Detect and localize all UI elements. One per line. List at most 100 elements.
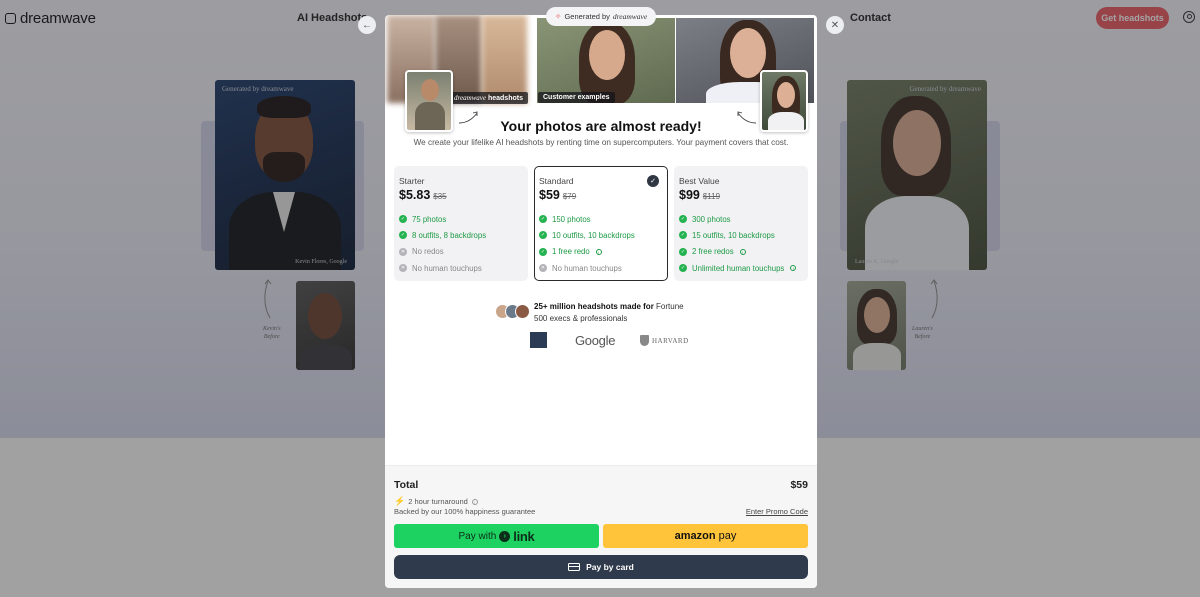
blurred-example-photo [482,15,527,103]
check-icon: ✓ [679,231,687,240]
info-icon[interactable]: i [471,498,478,505]
harvard-wordmark: HARVARD [652,336,689,345]
sparkle-icon: ✧ [554,12,562,21]
x-icon: ✕ [399,247,407,256]
check-icon: ✓ [399,231,407,240]
x-icon: ✕ [539,264,547,273]
plan-current-price: $5.83 [399,188,431,202]
selected-check-icon: ✓ [647,175,659,187]
plan-original-price: $119 [702,192,721,201]
feature-label: 1 free redo [552,247,590,257]
check-icon: ✓ [399,215,407,224]
generated-pill-brand: dreamwave [612,12,648,21]
feature-item: ✓ 75 photos [399,211,523,227]
plan-name: Standard [539,176,574,186]
plan-card-starter[interactable]: Starter $5.83 $35 ✓ 75 photos ✓ 8 outfits,… [394,166,528,281]
avatar [515,304,530,319]
dreamwave-headshots-label: dreamwave headshots [449,92,528,104]
plan-current-price: $99 [679,188,700,202]
amazon-pay-word: pay [718,530,737,542]
checkout-section: Total $59 ⚡ 2 hour turnaround i Backed b… [385,465,817,588]
plan-card-standard[interactable]: ✓ Standard $59 $79 ✓ 150 photos ✓ 10 outfi… [534,166,668,281]
feature-item: ✓ 2 free redos i [679,244,803,260]
plan-current-price: $59 [539,188,560,202]
feature-label: No human touchups [552,263,622,273]
pay-with-link-button[interactable]: Pay with › link [394,524,599,548]
dreamwave-label-brand: dreamwave [454,94,487,102]
client-logos: Google HARVARD [385,332,817,350]
x-icon: ✕ [399,264,407,273]
check-icon: ✓ [679,264,687,273]
feature-label: Unlimited human touchups [692,263,785,273]
plan-name: Starter [399,176,425,186]
amazon-wordmark: amazon [674,530,716,542]
customer-examples-label: Customer examples [538,92,615,103]
plan-original-price: $79 [562,192,577,201]
check-icon: ✓ [539,215,547,224]
generated-pill-prefix: Generated by [564,12,610,21]
modal-title: Your photos are almost ready! [500,118,702,134]
face-illustration [421,79,439,101]
feature-label: 150 photos [552,214,591,224]
info-icon[interactable]: i [790,265,797,272]
feature-label: No redos [412,247,444,257]
generated-by-pill: ✧ Generated by dreamwave [546,7,656,26]
pay-link-prefix: Pay with [458,530,497,542]
info-icon[interactable]: i [595,248,602,255]
shield-icon [640,335,649,346]
plan-features: ✓ 75 photos ✓ 8 outfits, 8 backdrops ✕ No r… [399,211,523,276]
modal-subtitle: We create your lifelike AI headshots by … [413,138,789,147]
google-logo: Google [575,333,616,348]
feature-item: ✓ Unlimited human touchups i [679,260,803,276]
face-illustration [777,82,795,108]
social-proof-bold: 25+ million headshots made for [534,302,654,311]
back-arrow-icon[interactable]: ← [358,16,376,34]
check-icon: ✓ [539,247,547,256]
customer-example-photo-1 [537,18,675,103]
feature-label: 15 outfits, 10 backdrops [692,230,775,240]
feature-item: ✕ No human touchups [399,260,523,276]
lightning-icon: ⚡ [394,496,406,506]
feature-item: ✓ 10 outfits, 10 backdrops [539,227,663,243]
feature-label: 75 photos [412,214,447,224]
plan-price: $99 $119 [679,188,803,202]
feature-item: ✓ 300 photos [679,211,803,227]
feature-label: 8 outfits, 8 backdrops [412,230,487,240]
feature-item: ✓ 1 free redo i [539,244,663,260]
turnaround-info: ⚡ 2 hour turnaround i [394,496,478,507]
promo-code-link[interactable]: Enter Promo Code [746,507,808,516]
pay-card-label: Pay by card [586,562,634,572]
social-proof: 25+ million headshots made for Fortune 5… [495,301,684,326]
guarantee-text: Backed by our 100% happiness guarantee [394,507,536,516]
check-icon: ✓ [679,215,687,224]
plan-features: ✓ 300 photos ✓ 15 outfits, 10 backdrops ✓ 2… [679,211,803,276]
plan-name: Best Value [679,176,720,186]
credit-card-icon [568,563,581,571]
avatar-group [495,304,530,319]
total-value: $59 [790,479,808,491]
info-icon[interactable]: i [739,248,746,255]
plan-price: $59 $79 [539,188,663,202]
check-icon: ✓ [679,247,687,256]
amazon-pay-button[interactable]: amazon pay [603,524,808,548]
dreamwave-label-suffix: headshots [487,95,523,102]
plan-card-best-value[interactable]: Best Value $99 $119 ✓ 300 photos ✓ 15 outf… [674,166,808,281]
pay-by-card-button[interactable]: Pay by card [394,555,808,579]
columbia-logo [530,332,547,348]
feature-item: ✓ 15 outfits, 10 backdrops [679,227,803,243]
total-label: Total [394,479,419,491]
checkout-modal: dreamwave headshots Customer examples Yo… [385,15,817,588]
feature-label: 10 outfits, 10 backdrops [552,230,635,240]
feature-item: ✓ 150 photos [539,211,663,227]
link-logo-icon: › [499,530,511,542]
feature-item: ✕ No human touchups [539,260,663,276]
feature-label: 2 free redos [692,247,734,257]
feature-label: 300 photos [692,214,731,224]
feature-item: ✕ No redos [399,244,523,260]
plan-original-price: $35 [433,192,447,201]
plan-features: ✓ 150 photos ✓ 10 outfits, 10 backdrops ✓ 1… [539,211,663,276]
social-proof-text: 25+ million headshots made for Fortune 5… [534,301,684,326]
feature-label: No human touchups [412,263,482,273]
close-icon[interactable]: ✕ [826,16,844,34]
link-wordmark: link [513,528,535,544]
